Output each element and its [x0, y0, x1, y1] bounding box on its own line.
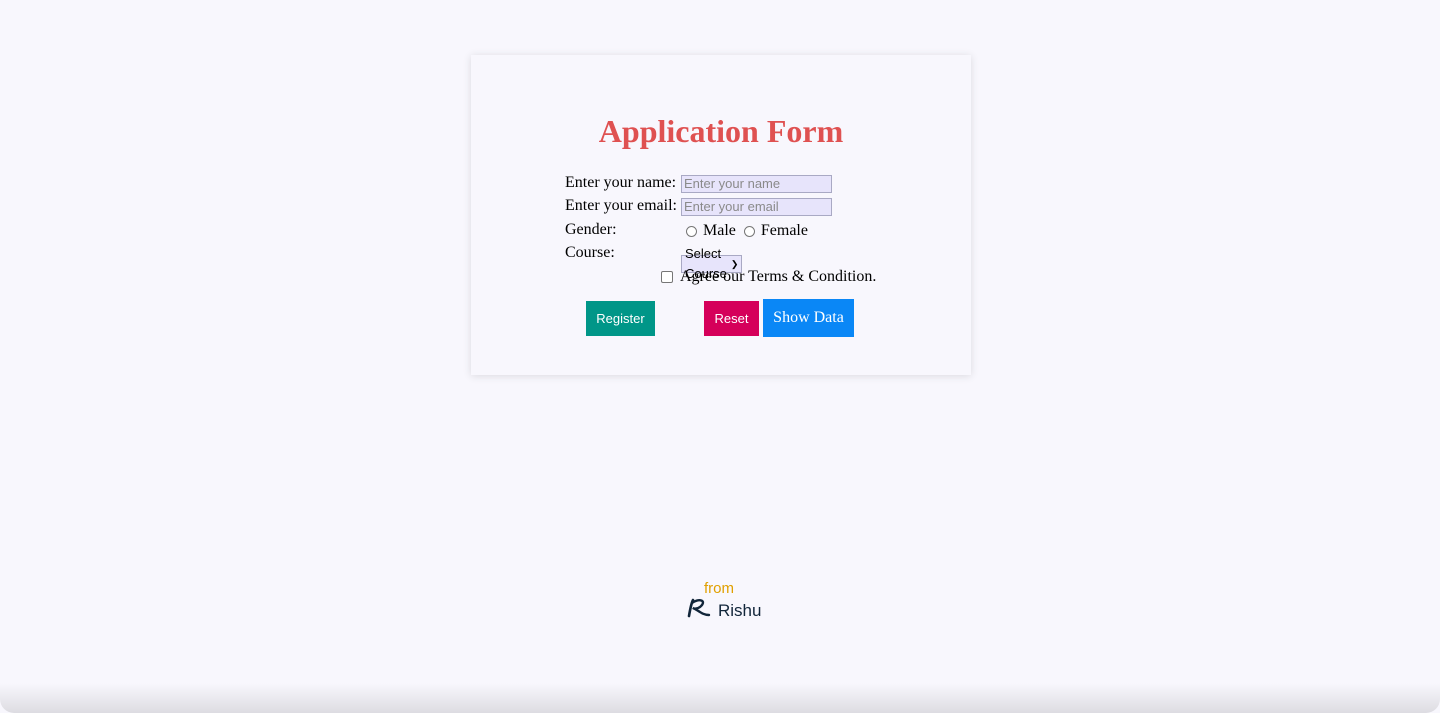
email-label: Enter your email:	[565, 197, 677, 214]
gender-male-label[interactable]: Male	[703, 221, 736, 241]
email-input[interactable]	[681, 197, 832, 216]
reset-button[interactable]: Reset	[704, 301, 759, 336]
gender-female-radio[interactable]	[743, 225, 755, 237]
from-label: from	[704, 580, 734, 597]
gender-male-radio[interactable]	[686, 225, 697, 237]
gender-female-label[interactable]: Female	[761, 221, 808, 241]
rishu-logo-icon	[686, 598, 712, 623]
brand: Rishu	[686, 598, 761, 623]
gender-label: Gender:	[565, 221, 617, 238]
terms-row: Agree our Terms & Condition.	[661, 267, 876, 287]
form-title: Application Form	[598, 113, 844, 149]
register-button[interactable]: Register	[586, 301, 655, 336]
brand-name: Rishu	[718, 600, 762, 620]
course-label: Course:	[565, 244, 615, 261]
name-label: Enter your name:	[565, 174, 677, 191]
terms-label[interactable]: Agree our Terms & Condition.	[680, 267, 876, 287]
show-data-button[interactable]: Show Data	[763, 299, 854, 337]
name-input[interactable]	[681, 174, 832, 193]
window-bottom-shadow	[0, 683, 1440, 713]
terms-checkbox[interactable]	[661, 271, 673, 283]
application-form-card: Application Form Enter your name: Enter …	[471, 55, 971, 375]
